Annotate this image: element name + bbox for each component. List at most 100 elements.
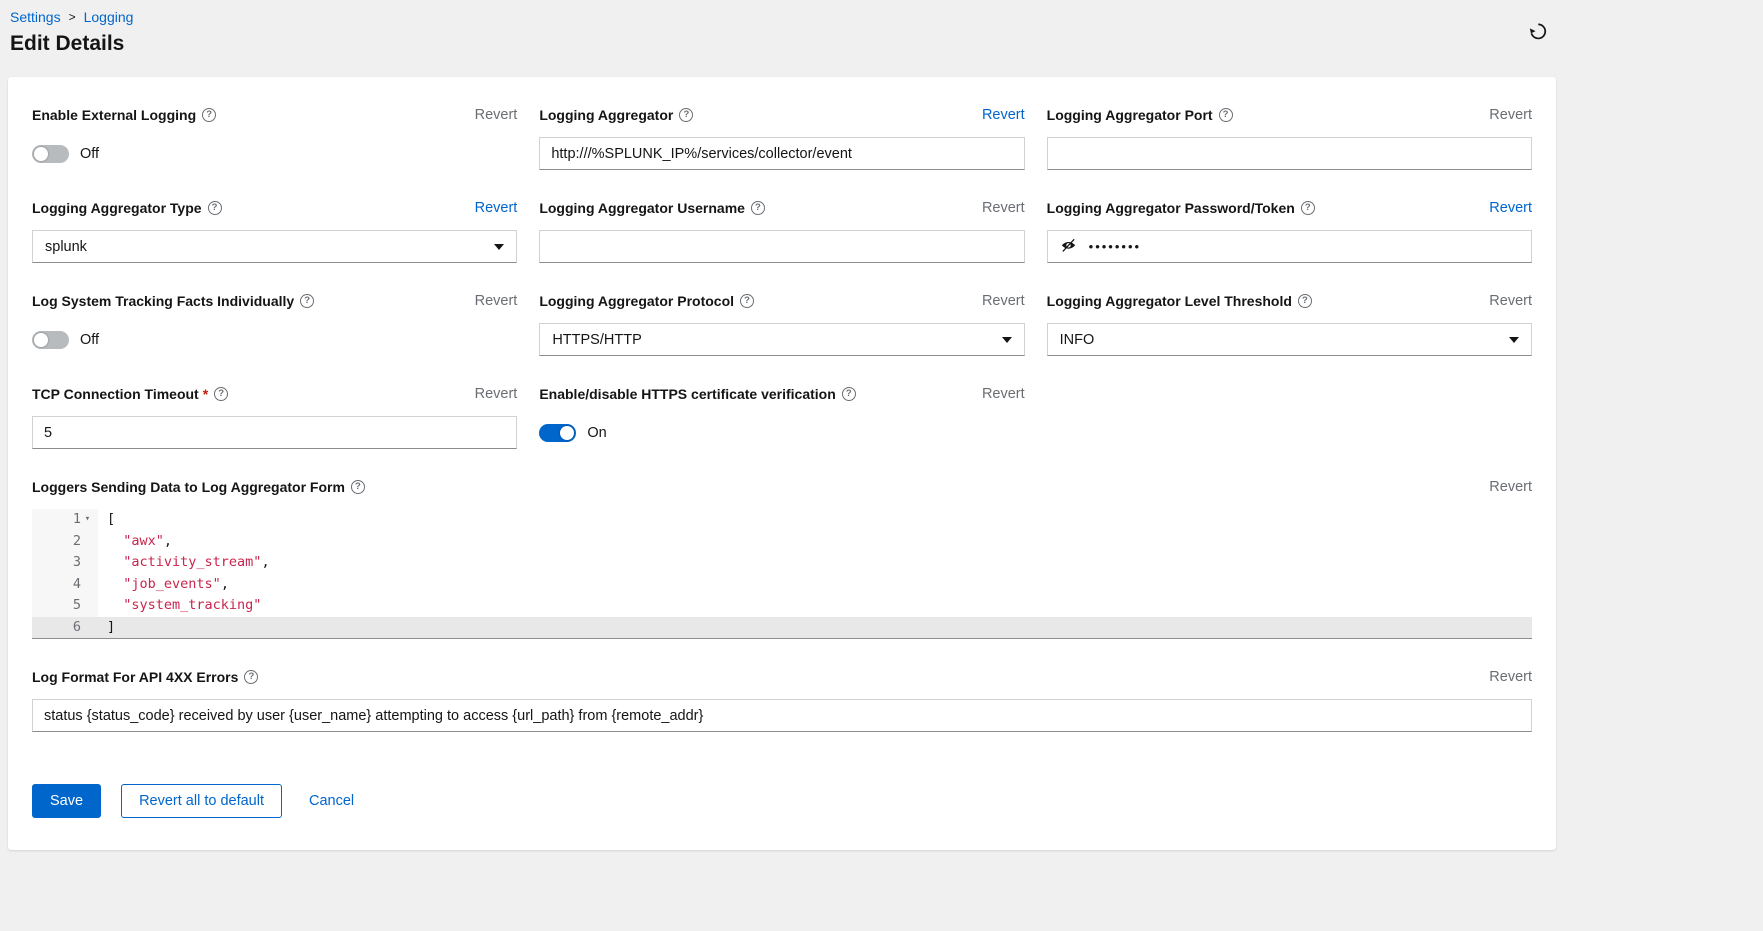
log-format-api-4xx-input[interactable]: [32, 699, 1532, 732]
code-line: 5 "system_tracking": [32, 595, 1532, 617]
field-label: Logging Aggregator Password/Token: [1047, 200, 1295, 216]
code-line-active: 6 ]: [32, 617, 1532, 639]
field-log-system-tracking: Log System Tracking Facts Individually ?…: [32, 291, 517, 356]
toggle-knob: [34, 333, 48, 347]
revert-link: Revert: [475, 386, 518, 402]
password-masked-value: ••••••••: [1089, 239, 1141, 254]
field-loggers-sending-data: Loggers Sending Data to Log Aggregator F…: [32, 477, 1532, 639]
gutter: 4: [32, 574, 98, 596]
toggle-knob: [560, 426, 574, 440]
revert-link: Revert: [475, 107, 518, 123]
gutter: 3: [32, 552, 98, 574]
revert-link: Revert: [1489, 107, 1532, 123]
save-button[interactable]: Save: [32, 784, 101, 818]
help-icon[interactable]: ?: [679, 108, 693, 122]
gutter: 1▾: [32, 509, 98, 531]
select-value: HTTPS/HTTP: [552, 332, 641, 348]
revert-link[interactable]: Revert: [982, 107, 1025, 123]
revert-all-button[interactable]: Revert all to default: [121, 784, 282, 818]
code-line: 2 "awx",: [32, 531, 1532, 553]
help-icon[interactable]: ?: [300, 294, 314, 308]
help-icon[interactable]: ?: [244, 670, 258, 684]
toggle-state-label: On: [587, 425, 606, 441]
field-enable-external-logging: Enable External Logging ? Revert Off: [32, 105, 517, 170]
field-logging-aggregator-password: Logging Aggregator Password/Token ? Reve…: [1047, 198, 1532, 263]
breadcrumb-settings-link[interactable]: Settings: [10, 9, 61, 25]
select-value: INFO: [1060, 332, 1095, 348]
help-icon[interactable]: ?: [208, 201, 222, 215]
help-icon[interactable]: ?: [202, 108, 216, 122]
show-password-button[interactable]: [1060, 238, 1077, 256]
field-logging-aggregator-username: Logging Aggregator Username ? Revert: [539, 198, 1024, 263]
loggers-code-editor[interactable]: 1▾ [ 2 "awx", 3 "activity_stream", 4 "jo…: [32, 509, 1532, 639]
help-icon[interactable]: ?: [351, 480, 365, 494]
page-title: Edit Details: [10, 32, 1739, 56]
select-value: splunk: [45, 239, 87, 255]
toggle-knob: [34, 147, 48, 161]
form-actions: Save Revert all to default Cancel: [32, 784, 1532, 818]
field-log-format-api-4xx: Log Format For API 4XX Errors ? Revert: [32, 667, 1532, 732]
help-icon[interactable]: ?: [740, 294, 754, 308]
empty-grid-cell: [1047, 384, 1532, 449]
field-tcp-connection-timeout: TCP Connection Timeout * ? Revert: [32, 384, 517, 449]
revert-link[interactable]: Revert: [1489, 200, 1532, 216]
help-icon[interactable]: ?: [1219, 108, 1233, 122]
help-icon[interactable]: ?: [1298, 294, 1312, 308]
field-label: Loggers Sending Data to Log Aggregator F…: [32, 479, 345, 495]
toggle-state-label: Off: [80, 146, 99, 162]
logging-aggregator-type-select[interactable]: splunk: [32, 230, 517, 263]
log-system-tracking-toggle[interactable]: [32, 331, 69, 349]
gutter: 2: [32, 531, 98, 553]
code-line: 1▾ [: [32, 509, 1532, 531]
field-logging-aggregator-level-threshold: Logging Aggregator Level Threshold ? Rev…: [1047, 291, 1532, 356]
help-icon[interactable]: ?: [842, 387, 856, 401]
page-header: Settings > Logging Edit Details: [0, 0, 1763, 56]
chevron-down-icon: [1509, 337, 1519, 343]
chevron-down-icon: [1002, 337, 1012, 343]
eye-slash-icon: [1060, 238, 1077, 256]
cancel-button[interactable]: Cancel: [305, 785, 358, 817]
revert-link: Revert: [475, 293, 518, 309]
revert-link[interactable]: Revert: [475, 200, 518, 216]
required-marker: *: [203, 386, 208, 402]
logging-aggregator-port-input[interactable]: [1047, 137, 1532, 170]
field-logging-aggregator-protocol: Logging Aggregator Protocol ? Revert HTT…: [539, 291, 1024, 356]
help-icon[interactable]: ?: [1301, 201, 1315, 215]
https-certificate-verification-toggle[interactable]: [539, 424, 576, 442]
logging-aggregator-password-input[interactable]: ••••••••: [1047, 230, 1532, 263]
enable-external-logging-toggle[interactable]: [32, 145, 69, 163]
logging-aggregator-username-input[interactable]: [539, 230, 1024, 263]
field-logging-aggregator-port: Logging Aggregator Port ? Revert: [1047, 105, 1532, 170]
history-button[interactable]: [1526, 20, 1549, 45]
gutter: 6: [32, 617, 98, 639]
logging-aggregator-level-threshold-select[interactable]: INFO: [1047, 323, 1532, 356]
logging-settings-page: Settings > Logging Edit Details Enable E…: [0, 0, 1763, 931]
tcp-connection-timeout-input[interactable]: [32, 416, 517, 449]
field-label: Enable/disable HTTPS certificate verific…: [539, 386, 835, 402]
field-label: Log Format For API 4XX Errors: [32, 669, 238, 685]
fold-icon[interactable]: ▾: [81, 509, 94, 531]
field-label: Logging Aggregator Port: [1047, 107, 1213, 123]
logging-aggregator-input[interactable]: [539, 137, 1024, 170]
edit-details-card: Enable External Logging ? Revert Off Log…: [8, 77, 1556, 850]
chevron-down-icon: [494, 244, 504, 250]
toggle-state-label: Off: [80, 332, 99, 348]
field-label: Logging Aggregator Protocol: [539, 293, 734, 309]
revert-link: Revert: [1489, 479, 1532, 495]
history-icon: [1528, 28, 1547, 43]
help-icon[interactable]: ?: [214, 387, 228, 401]
revert-link: Revert: [1489, 293, 1532, 309]
code-line: 4 "job_events",: [32, 574, 1532, 596]
revert-link: Revert: [982, 293, 1025, 309]
logging-settings-form: Enable External Logging ? Revert Off Log…: [32, 105, 1532, 732]
field-logging-aggregator: Logging Aggregator ? Revert: [539, 105, 1024, 170]
field-label: Logging Aggregator Username: [539, 200, 745, 216]
logging-aggregator-protocol-select[interactable]: HTTPS/HTTP: [539, 323, 1024, 356]
field-label: Logging Aggregator Level Threshold: [1047, 293, 1292, 309]
field-label: Enable External Logging: [32, 107, 196, 123]
revert-link: Revert: [982, 386, 1025, 402]
breadcrumb-logging-link[interactable]: Logging: [84, 9, 134, 25]
field-https-certificate-verification: Enable/disable HTTPS certificate verific…: [539, 384, 1024, 449]
help-icon[interactable]: ?: [751, 201, 765, 215]
revert-link: Revert: [1489, 669, 1532, 685]
